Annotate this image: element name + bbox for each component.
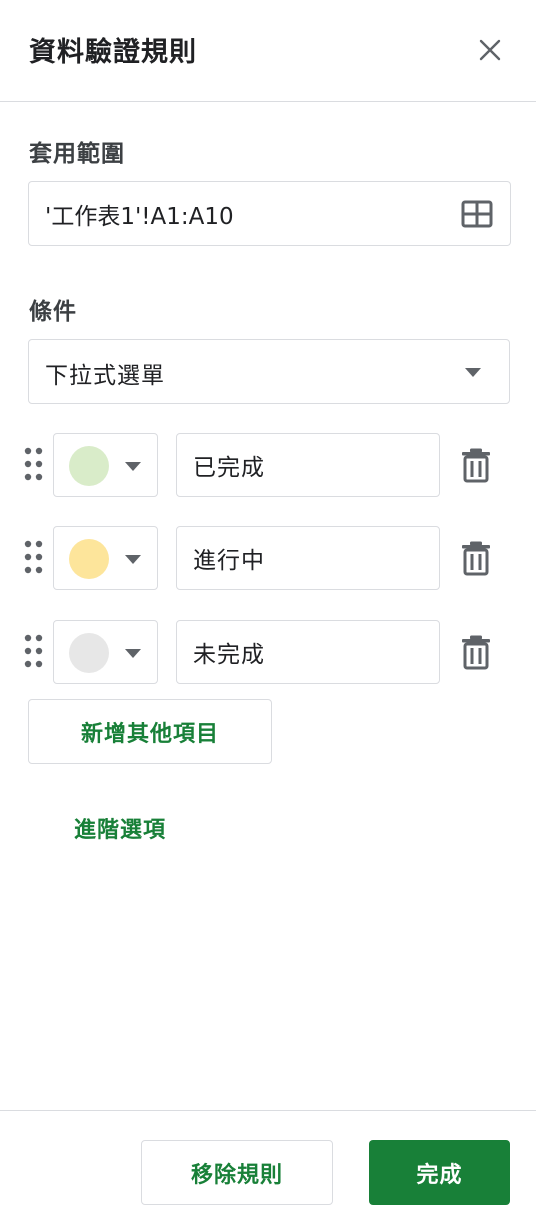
remove-rule-button[interactable]: 移除規則 xyxy=(141,1140,333,1205)
item-field[interactable] xyxy=(176,620,440,684)
criteria-select[interactable]: 下拉式選單 xyxy=(28,339,510,404)
trash-icon xyxy=(462,448,490,483)
criteria-selected-value: 下拉式選單 xyxy=(45,363,165,389)
color-swatch xyxy=(69,633,109,673)
panel-footer: 移除規則 完成 xyxy=(0,1110,536,1228)
drag-handle-icon[interactable] xyxy=(24,540,44,574)
delete-item-button[interactable] xyxy=(458,540,494,576)
criteria-label: 條件 xyxy=(29,299,77,325)
close-button[interactable] xyxy=(470,30,510,70)
range-field[interactable] xyxy=(28,181,511,246)
drag-handle-icon[interactable] xyxy=(24,634,44,668)
data-validation-panel: 資料驗證規則 套用範圍 條件 下拉式選單 xyxy=(0,0,536,1228)
advanced-options-link[interactable]: 進階選項 xyxy=(74,812,166,844)
delete-item-button[interactable] xyxy=(458,447,494,483)
item-field[interactable] xyxy=(176,433,440,497)
list-item xyxy=(0,526,536,590)
color-picker[interactable] xyxy=(53,433,158,497)
delete-item-button[interactable] xyxy=(458,634,494,670)
color-swatch xyxy=(69,539,109,579)
list-item xyxy=(0,433,536,497)
add-item-button[interactable]: 新增其他項目 xyxy=(28,699,272,764)
caret-down-icon xyxy=(465,368,481,377)
color-swatch xyxy=(69,446,109,486)
color-picker[interactable] xyxy=(53,526,158,590)
item-field[interactable] xyxy=(176,526,440,590)
list-item xyxy=(0,620,536,684)
color-picker[interactable] xyxy=(53,620,158,684)
range-label: 套用範圍 xyxy=(29,141,125,167)
item-input[interactable] xyxy=(193,434,423,496)
trash-icon xyxy=(462,541,490,576)
drag-handle-icon[interactable] xyxy=(24,447,44,481)
item-input[interactable] xyxy=(193,527,423,589)
trash-icon xyxy=(462,635,490,670)
caret-down-icon xyxy=(125,649,141,658)
item-input[interactable] xyxy=(193,621,423,683)
done-button[interactable]: 完成 xyxy=(369,1140,510,1205)
close-icon xyxy=(479,39,501,61)
caret-down-icon xyxy=(125,462,141,471)
grid-select-icon[interactable] xyxy=(461,200,493,228)
range-input[interactable] xyxy=(45,182,445,245)
panel-header: 資料驗證規則 xyxy=(0,0,536,102)
panel-title: 資料驗證規則 xyxy=(29,37,197,68)
caret-down-icon xyxy=(125,555,141,564)
